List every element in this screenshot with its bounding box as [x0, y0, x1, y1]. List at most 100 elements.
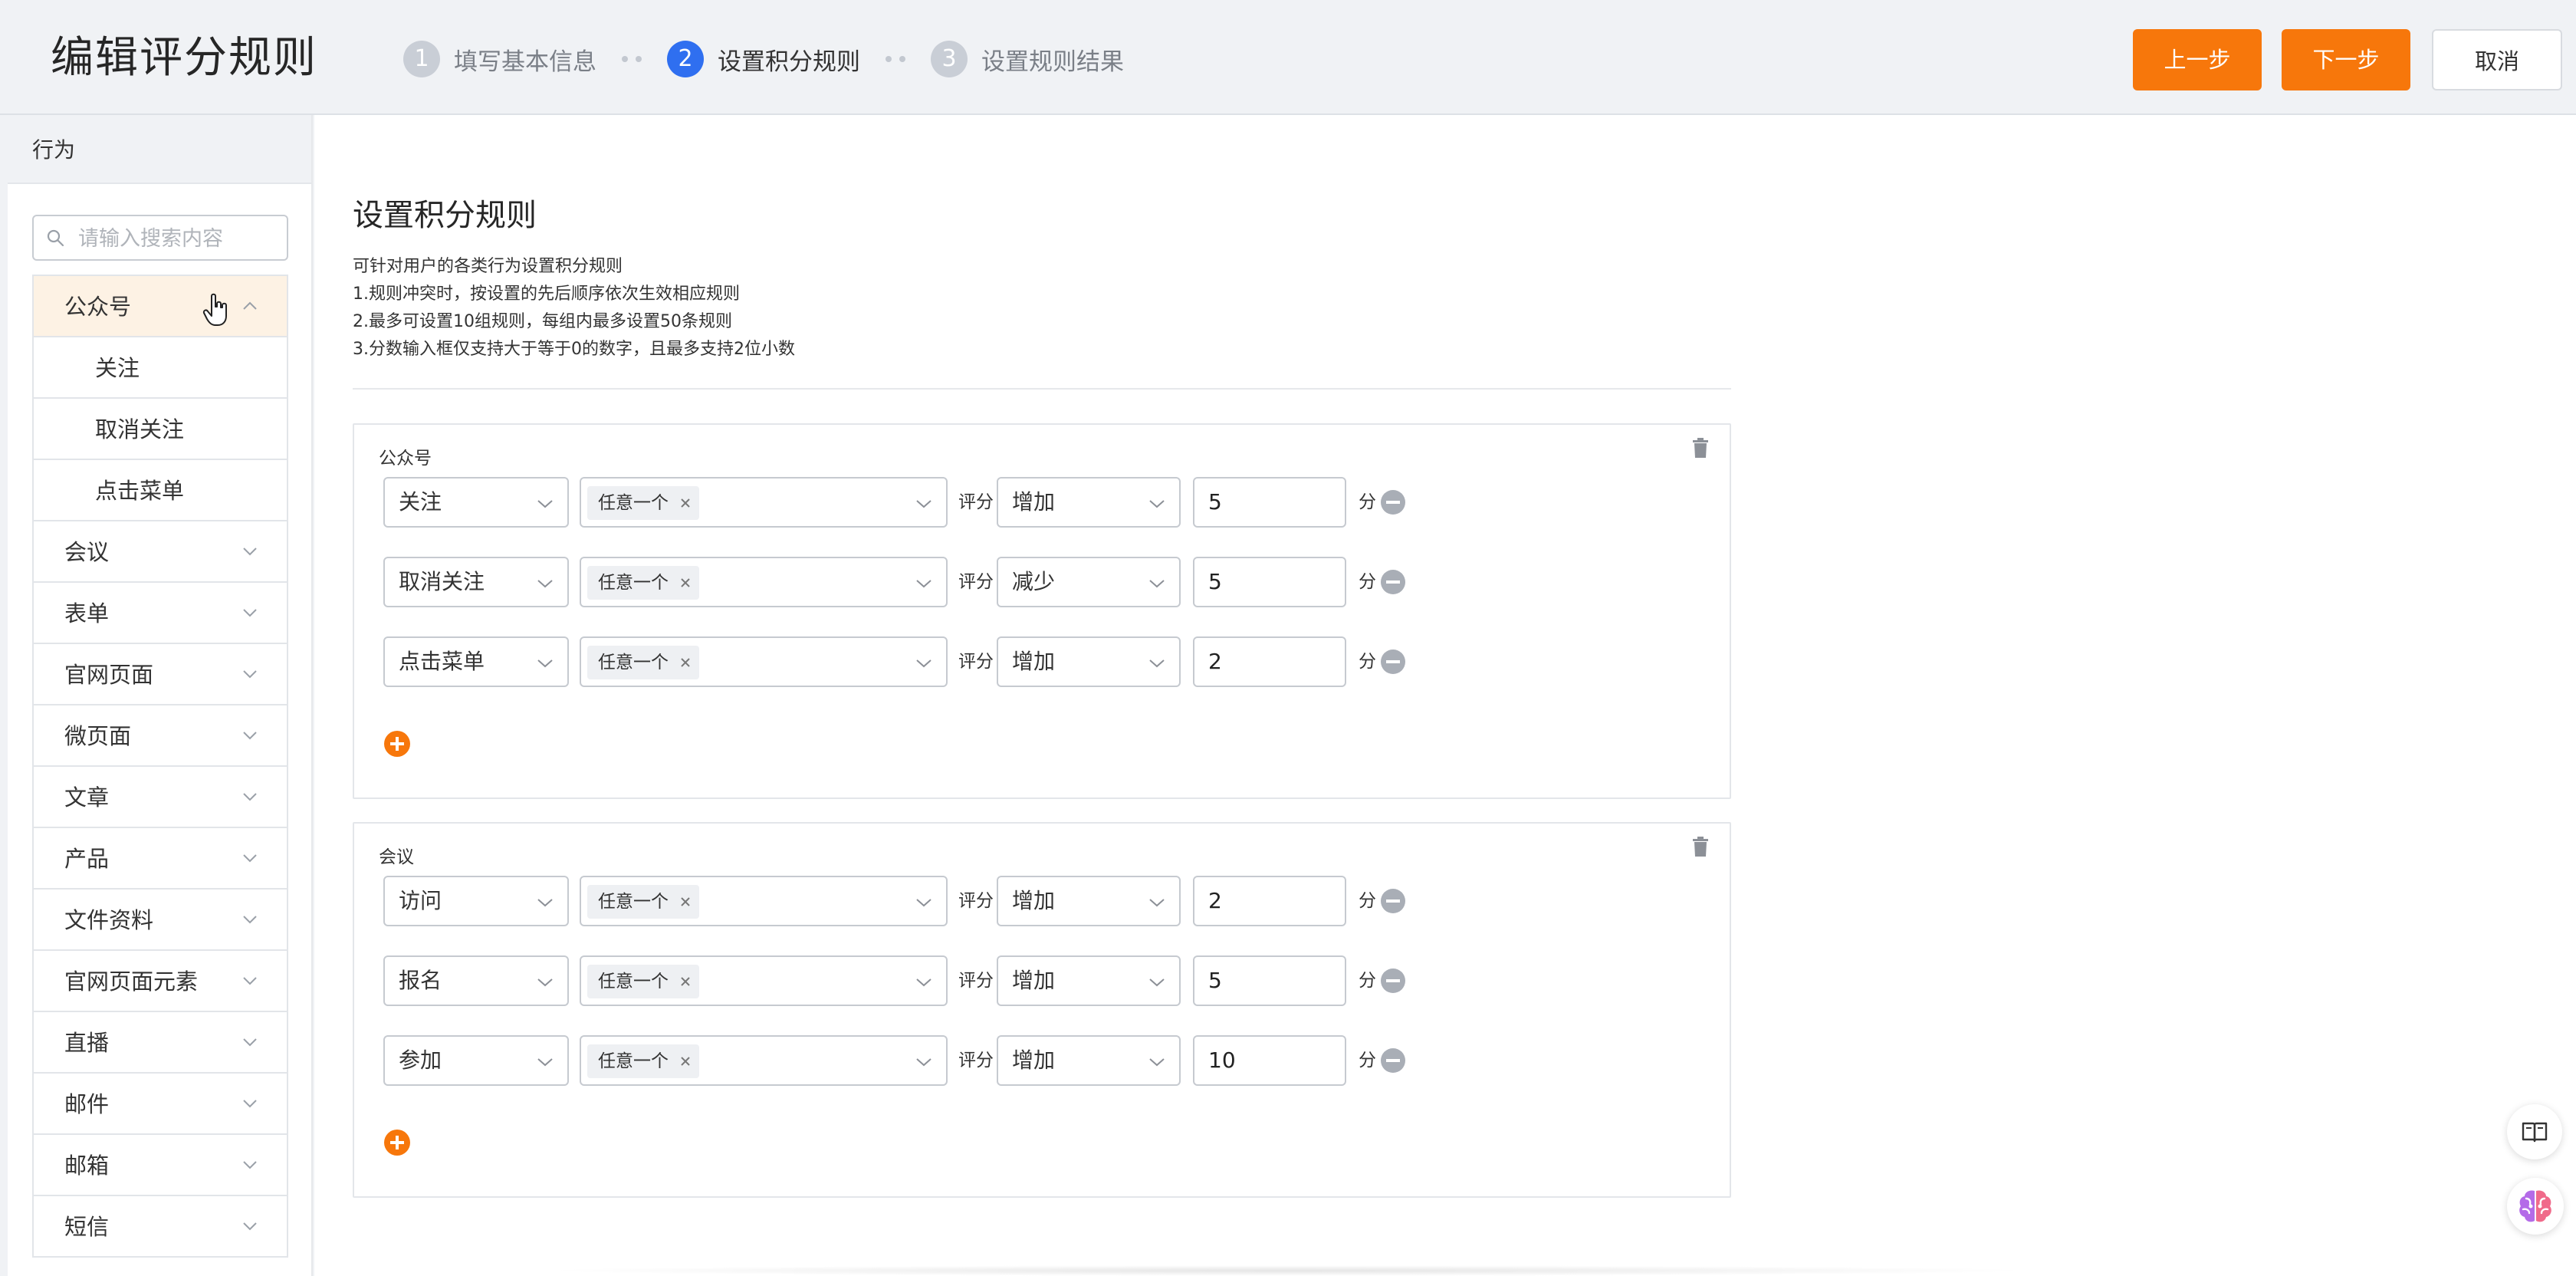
subcategory-item[interactable]: 取消关注: [34, 399, 287, 460]
category-item-wechat[interactable]: 公众号: [34, 276, 287, 337]
cancel-button[interactable]: 取消: [2432, 29, 2562, 90]
category-item[interactable]: 微页面: [34, 705, 287, 767]
direction-select[interactable]: 增加: [997, 477, 1181, 528]
main-content: 设置积分规则 可针对用户的各类行为设置积分规则 1.规则冲突时，按设置的先后顺序…: [314, 115, 2576, 1276]
chevron-down-icon: [243, 1038, 257, 1047]
chevron-down-icon: [916, 500, 932, 508]
category-item[interactable]: 文件资料: [34, 890, 287, 951]
close-icon[interactable]: [679, 577, 692, 589]
remove-circle-icon[interactable]: [1380, 649, 1406, 675]
category-item[interactable]: 直播: [34, 1012, 287, 1074]
header: 编辑评分规则 1 填写基本信息 2 设置积分规则 3 设置规则结果 上一步 下一…: [0, 0, 2576, 115]
close-icon[interactable]: [679, 497, 692, 509]
close-icon[interactable]: [679, 1055, 692, 1067]
remove-circle-icon[interactable]: [1380, 888, 1406, 914]
category-item[interactable]: 官网页面: [34, 644, 287, 705]
tag-label: 任意一个: [598, 573, 669, 593]
score-input[interactable]: 5: [1193, 557, 1346, 607]
unit-label: 分: [1359, 1051, 1376, 1070]
condition-select[interactable]: 任意一个: [580, 955, 948, 1006]
category-item[interactable]: 邮箱: [34, 1135, 287, 1196]
step-separator: [618, 56, 646, 62]
chevron-down-icon: [916, 659, 932, 668]
category-item[interactable]: 邮件: [34, 1074, 287, 1135]
rules-description: 可针对用户的各类行为设置积分规则 1.规则冲突时，按设置的先后顺序依次生效相应规…: [353, 253, 795, 363]
category-item[interactable]: 文章: [34, 767, 287, 828]
chevron-down-icon: [916, 899, 932, 907]
condition-select[interactable]: 任意一个: [580, 1035, 948, 1086]
category-item[interactable]: 会议: [34, 521, 287, 583]
close-icon[interactable]: [679, 656, 692, 669]
ai-assistant-button[interactable]: [2507, 1178, 2564, 1235]
remove-circle-icon[interactable]: [1380, 1047, 1406, 1074]
chevron-down-icon: [1149, 659, 1165, 668]
prev-step-button[interactable]: 上一步: [2133, 29, 2262, 90]
direction-select[interactable]: 增加: [997, 876, 1181, 926]
direction-select[interactable]: 减少: [997, 557, 1181, 607]
chevron-down-icon: [537, 899, 553, 907]
action-select[interactable]: 报名: [383, 955, 569, 1006]
category-item[interactable]: 官网页面元素: [34, 951, 287, 1012]
remove-circle-icon[interactable]: [1380, 968, 1406, 994]
action-select[interactable]: 关注: [383, 477, 569, 528]
score-input[interactable]: 5: [1193, 477, 1346, 528]
search-input[interactable]: [77, 222, 279, 255]
action-select[interactable]: 参加: [383, 1035, 569, 1086]
subcategory-item[interactable]: 关注: [34, 337, 287, 399]
category-item[interactable]: 短信: [34, 1196, 287, 1258]
direction-value: 增加: [1012, 649, 1056, 674]
unit-label: 分: [1359, 891, 1376, 911]
direction-select[interactable]: 增加: [997, 1035, 1181, 1086]
category-label: 文件资料: [64, 907, 154, 933]
tag-label: 任意一个: [598, 892, 669, 912]
remove-circle-icon[interactable]: [1380, 569, 1406, 595]
chevron-down-icon: [537, 659, 553, 668]
category-label: 短信: [64, 1214, 110, 1240]
behavior-sidebar: 行为 公众号 关注 取消关注 点击菜单 会议 表单 官网页面 微页面 文章 产品…: [8, 115, 313, 1276]
direction-select[interactable]: 增加: [997, 636, 1181, 687]
subcategory-item[interactable]: 点击菜单: [34, 460, 287, 521]
trash-icon[interactable]: [1691, 836, 1710, 857]
chevron-down-icon: [243, 1161, 257, 1169]
help-book-button[interactable]: [2507, 1104, 2562, 1159]
score-input[interactable]: 10: [1193, 1035, 1346, 1086]
condition-select[interactable]: 任意一个: [580, 557, 948, 607]
direction-select[interactable]: 增加: [997, 955, 1181, 1006]
action-select[interactable]: 访问: [383, 876, 569, 926]
condition-select[interactable]: 任意一个: [580, 876, 948, 926]
score-input[interactable]: 2: [1193, 636, 1346, 687]
close-icon[interactable]: [679, 896, 692, 908]
condition-select[interactable]: 任意一个: [580, 636, 948, 687]
action-value: 点击菜单: [399, 649, 485, 674]
category-label: 邮件: [64, 1091, 110, 1117]
chevron-down-icon: [243, 609, 257, 617]
add-circle-icon[interactable]: [383, 1129, 411, 1156]
add-circle-icon[interactable]: [383, 730, 411, 758]
hand-cursor-icon: [202, 293, 227, 326]
close-icon[interactable]: [679, 975, 692, 988]
step-1-label: 填写基本信息: [454, 48, 596, 76]
description-line: 可针对用户的各类行为设置积分规则: [353, 257, 623, 276]
trash-icon[interactable]: [1691, 437, 1710, 459]
score-input[interactable]: 2: [1193, 876, 1346, 926]
category-label: 表单: [64, 600, 110, 626]
score-input[interactable]: 5: [1193, 955, 1346, 1006]
rule-row: 参加 任意一个 评分 增加 10 分: [383, 1035, 1457, 1087]
chevron-down-icon: [916, 1058, 932, 1067]
chevron-down-icon: [1149, 1058, 1165, 1067]
action-select[interactable]: 取消关注: [383, 557, 569, 607]
chevron-down-icon: [243, 670, 257, 679]
category-item[interactable]: 产品: [34, 828, 287, 890]
score-label: 评分: [958, 1051, 994, 1070]
tag-label: 任意一个: [598, 493, 669, 513]
action-select[interactable]: 点击菜单: [383, 636, 569, 687]
category-item[interactable]: 表单: [34, 583, 287, 644]
remove-circle-icon[interactable]: [1380, 489, 1406, 515]
condition-select[interactable]: 任意一个: [580, 477, 948, 528]
chevron-down-icon: [243, 548, 257, 556]
next-step-button[interactable]: 下一步: [2282, 29, 2410, 90]
category-label: 邮箱: [64, 1153, 110, 1179]
unit-label: 分: [1359, 492, 1376, 512]
search-box[interactable]: [32, 215, 288, 261]
tag-label: 任意一个: [598, 972, 669, 992]
